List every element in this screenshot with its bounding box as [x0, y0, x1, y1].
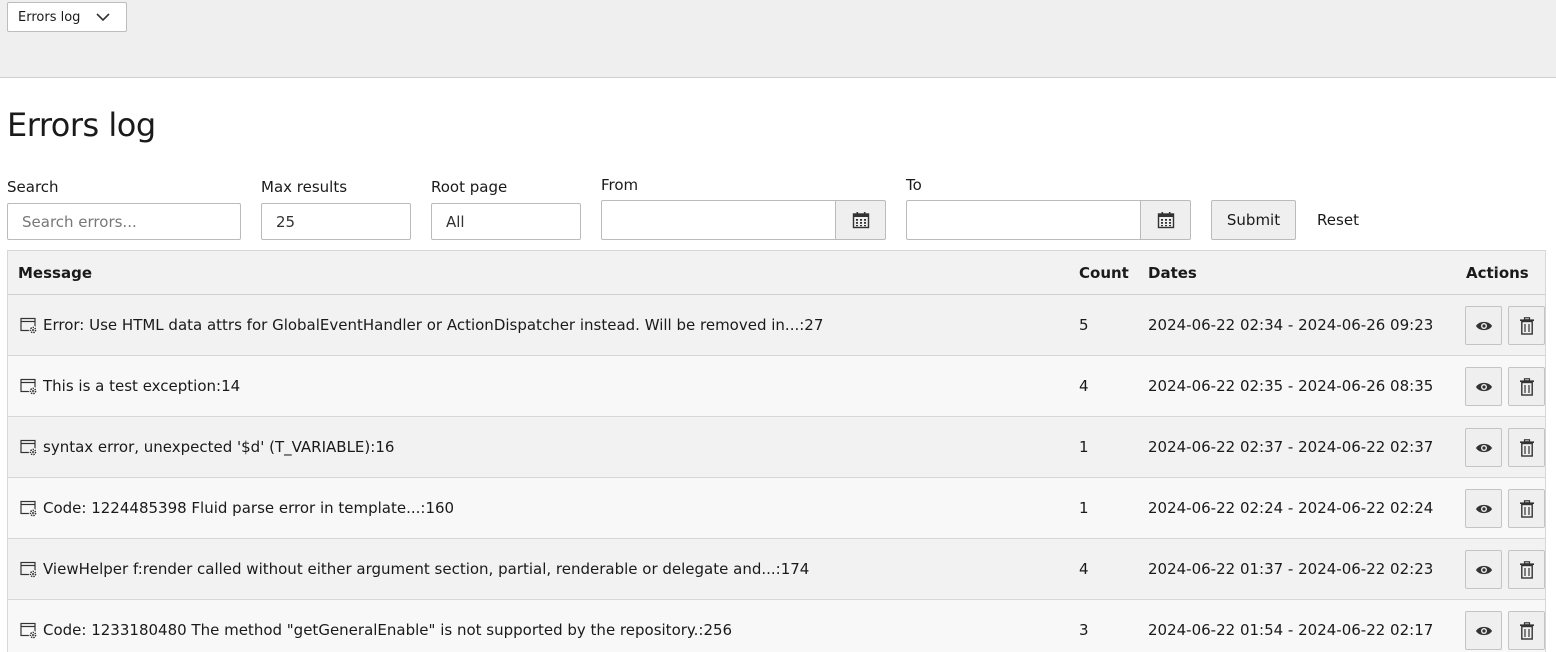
eye-icon	[1475, 443, 1492, 452]
column-header-message: Message	[18, 264, 92, 282]
table-row: Code: 1224485398 Fluid parse error in te…	[8, 478, 1545, 539]
view-button[interactable]	[1465, 550, 1502, 589]
column-header-dates: Dates	[1148, 264, 1197, 282]
errors-table: Message Count Dates Actions Error: Use H…	[7, 250, 1546, 652]
delete-button[interactable]	[1508, 367, 1545, 406]
root-page-input[interactable]	[431, 203, 581, 240]
delete-button[interactable]	[1508, 306, 1545, 345]
calendar-icon	[852, 212, 869, 229]
trash-icon	[1519, 316, 1534, 335]
docheader: Errors log	[0, 0, 1556, 78]
error-count: 1	[1079, 499, 1089, 517]
column-header-count: Count	[1079, 264, 1129, 282]
eye-icon	[1475, 321, 1492, 330]
error-dates: 2024-06-22 01:37 - 2024-06-22 02:23	[1148, 560, 1434, 578]
view-button[interactable]	[1465, 611, 1502, 650]
error-count: 1	[1079, 438, 1089, 456]
error-dates: 2024-06-22 02:34 - 2024-06-26 09:23	[1148, 316, 1434, 334]
error-dates: 2024-06-22 02:35 - 2024-06-26 08:35	[1148, 377, 1434, 395]
reset-button[interactable]: Reset	[1305, 200, 1371, 240]
window-gear-icon	[20, 622, 38, 640]
error-message: This is a test exception:14	[43, 377, 241, 395]
eye-icon	[1475, 565, 1492, 574]
module-menu-label: Errors log	[18, 9, 81, 25]
error-dates: 2024-06-22 02:24 - 2024-06-22 02:24	[1148, 499, 1434, 517]
view-button[interactable]	[1465, 428, 1502, 467]
trash-icon	[1519, 499, 1534, 518]
module-menu-dropdown[interactable]: Errors log	[7, 2, 127, 32]
view-button[interactable]	[1465, 306, 1502, 345]
view-button[interactable]	[1465, 367, 1502, 406]
error-message: Code: 1233180480 The method "getGeneralE…	[43, 621, 733, 639]
to-date-input[interactable]	[906, 200, 1140, 240]
delete-button[interactable]	[1508, 428, 1545, 467]
table-row: ViewHelper f:render called without eithe…	[8, 539, 1545, 600]
to-date-picker-button[interactable]	[1140, 200, 1191, 240]
delete-button[interactable]	[1508, 489, 1545, 528]
root-page-label: Root page	[431, 178, 508, 196]
window-gear-icon	[20, 317, 38, 335]
eye-icon	[1475, 382, 1492, 391]
error-count: 3	[1079, 621, 1089, 639]
error-message: Code: 1224485398 Fluid parse error in te…	[43, 499, 455, 517]
error-message: syntax error, unexpected '$d' (T_VARIABL…	[43, 438, 395, 456]
to-date-field	[906, 200, 1191, 240]
delete-button[interactable]	[1508, 611, 1545, 650]
table-header: Message Count Dates Actions	[8, 251, 1545, 295]
view-button[interactable]	[1465, 489, 1502, 528]
table-row: Code: 1233180480 The method "getGeneralE…	[8, 600, 1545, 652]
table-body: Error: Use HTML data attrs for GlobalEve…	[8, 295, 1545, 652]
trash-icon	[1519, 438, 1534, 457]
error-dates: 2024-06-22 01:54 - 2024-06-22 02:17	[1148, 621, 1434, 639]
error-message: ViewHelper f:render called without eithe…	[43, 560, 810, 578]
calendar-icon	[1157, 212, 1174, 229]
search-label: Search	[7, 178, 59, 196]
from-date-picker-button[interactable]	[835, 200, 886, 240]
error-dates: 2024-06-22 02:37 - 2024-06-22 02:37	[1148, 438, 1434, 456]
to-label: To	[906, 176, 922, 194]
search-input[interactable]	[7, 203, 241, 240]
trash-icon	[1519, 560, 1534, 579]
from-date-input[interactable]	[601, 200, 835, 240]
error-count: 4	[1079, 377, 1089, 395]
page-title: Errors log	[7, 106, 156, 144]
table-row: Error: Use HTML data attrs for GlobalEve…	[8, 295, 1545, 356]
delete-button[interactable]	[1508, 550, 1545, 589]
window-gear-icon	[20, 378, 38, 396]
submit-button[interactable]: Submit	[1211, 200, 1296, 240]
error-count: 5	[1079, 316, 1089, 334]
error-message: Error: Use HTML data attrs for GlobalEve…	[43, 316, 824, 334]
chevron-down-icon	[96, 13, 110, 22]
from-date-field	[601, 200, 886, 240]
table-row: syntax error, unexpected '$d' (T_VARIABL…	[8, 417, 1545, 478]
max-results-input[interactable]	[261, 203, 411, 240]
window-gear-icon	[20, 439, 38, 457]
trash-icon	[1519, 621, 1534, 640]
window-gear-icon	[20, 500, 38, 518]
max-results-label: Max results	[261, 178, 348, 196]
eye-icon	[1475, 504, 1492, 513]
table-row: This is a test exception:14 4 2024-06-22…	[8, 356, 1545, 417]
trash-icon	[1519, 377, 1534, 396]
error-count: 4	[1079, 560, 1089, 578]
column-header-actions: Actions	[1466, 264, 1529, 282]
eye-icon	[1475, 626, 1492, 635]
window-gear-icon	[20, 561, 38, 579]
from-label: From	[601, 176, 639, 194]
